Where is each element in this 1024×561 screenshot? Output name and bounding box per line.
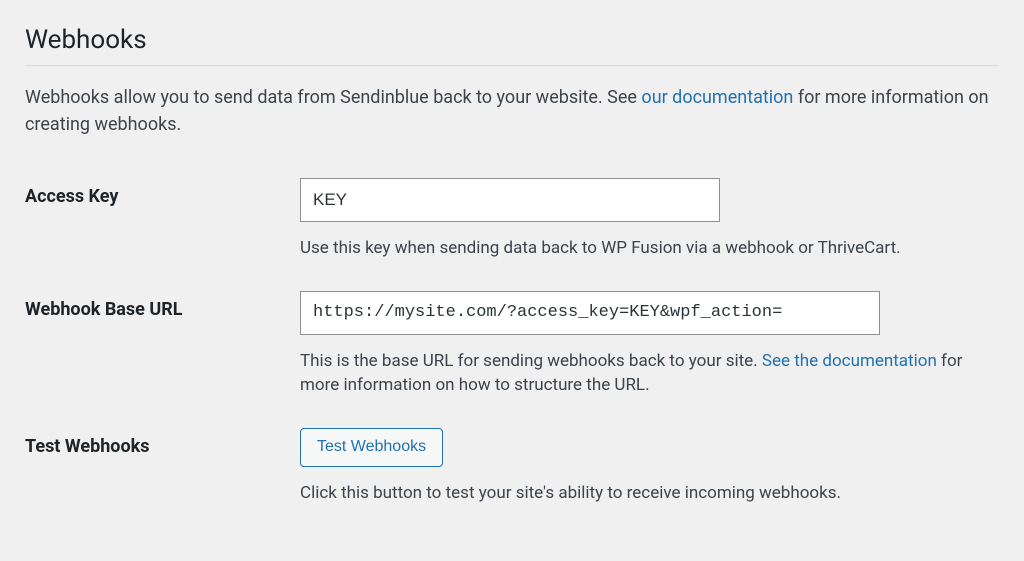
label-test-webhooks: Test Webhooks [25, 428, 300, 535]
section-title: Webhooks [25, 25, 999, 66]
settings-form-table: Access Key Use this key when sending dat… [25, 178, 999, 536]
access-key-input[interactable] [300, 178, 720, 222]
label-webhook-url: Webhook Base URL [25, 291, 300, 428]
help-access-key: Use this key when sending data back to W… [300, 236, 999, 261]
webhook-url-input[interactable] [300, 291, 880, 335]
description-text-before: Webhooks allow you to send data from Sen… [25, 87, 641, 108]
help-webhook-url-before: This is the base URL for sending webhook… [300, 351, 762, 371]
row-webhook-url: Webhook Base URL This is the base URL fo… [25, 291, 999, 428]
row-test-webhooks: Test Webhooks Test Webhooks Click this b… [25, 428, 999, 535]
section-description: Webhooks allow you to send data from Sen… [25, 84, 999, 138]
label-access-key: Access Key [25, 178, 300, 291]
test-webhooks-button[interactable]: Test Webhooks [300, 428, 443, 467]
row-access-key: Access Key Use this key when sending dat… [25, 178, 999, 291]
documentation-link[interactable]: our documentation [641, 87, 793, 108]
webhook-doc-link[interactable]: See the documentation [762, 351, 937, 371]
help-webhook-url: This is the base URL for sending webhook… [300, 349, 999, 398]
help-test-webhooks: Click this button to test your site's ab… [300, 481, 999, 506]
